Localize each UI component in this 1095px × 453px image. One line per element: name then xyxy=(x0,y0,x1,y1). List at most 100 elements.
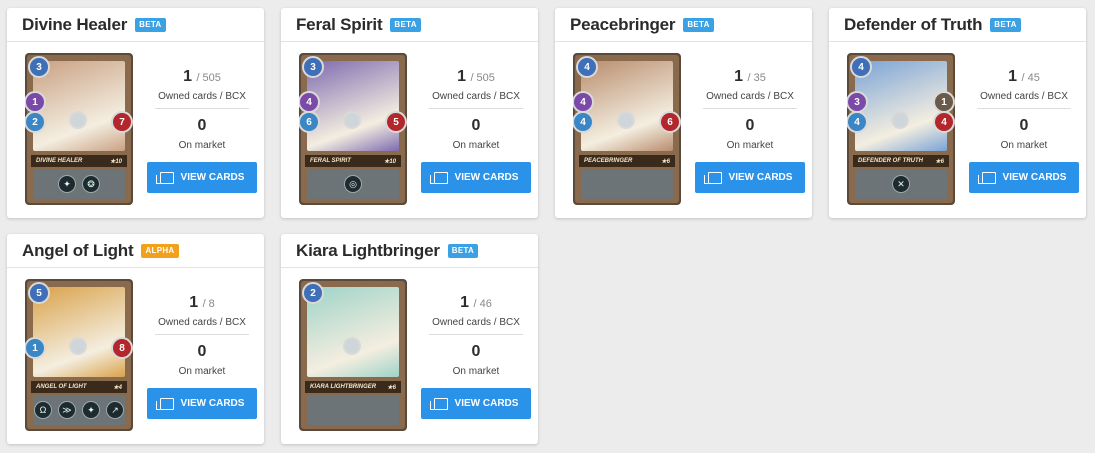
health-gem: 8 xyxy=(111,337,133,359)
edition-badge: ALPHA xyxy=(141,243,179,258)
speed-gem: 4 xyxy=(573,111,594,133)
card-panel: Angel of Light ALPHA 5 1 8 ANGEL OF LIGH… xyxy=(7,234,264,444)
mana-gem: 2 xyxy=(302,282,324,304)
mana-gem: 4 xyxy=(850,56,872,78)
owned-count: 1 / 505 xyxy=(147,68,257,86)
owned-count: 1 / 8 xyxy=(147,294,257,312)
card-image[interactable]: 3 1 2 7 DIVINE HEALER ★10 ✦ ❂ xyxy=(25,53,133,205)
market-count: 0 xyxy=(471,117,481,134)
edition-badge: BETA xyxy=(390,17,421,32)
market-label: On market xyxy=(452,366,500,377)
card-stats: 1 / 45 Owned cards / BCX 0 On market xyxy=(969,68,1079,151)
cards-icon xyxy=(429,171,448,184)
card-nameplate: DIVINE HEALER ★10 xyxy=(31,155,127,167)
market-count: 0 xyxy=(471,343,481,360)
card-title[interactable]: Defender of Truth xyxy=(844,15,982,35)
ability-icon: ✕ xyxy=(892,175,910,193)
view-cards-button[interactable]: VIEW CARDS xyxy=(147,388,257,419)
card-stats: 1 / 8 Owned cards / BCX 0 On market xyxy=(147,294,257,377)
speed-gem: 4 xyxy=(847,111,868,133)
element-gem xyxy=(69,337,87,355)
card-name-text: FERAL SPIRIT xyxy=(310,158,351,164)
market-label: On market xyxy=(178,366,226,377)
edition-badge: BETA xyxy=(135,17,166,32)
card-title[interactable]: Kiara Lightbringer xyxy=(296,241,440,261)
owned-label: Owned cards / BCX xyxy=(158,317,246,328)
cards-icon xyxy=(429,397,448,410)
card-image[interactable]: 2 KIARA LIGHTBRINGER ★6 xyxy=(299,279,407,431)
health-gem: 7 xyxy=(111,111,133,133)
market-label: On market xyxy=(178,140,226,151)
divider xyxy=(977,108,1071,109)
card-level-stars: ★10 xyxy=(383,158,396,165)
abilities-bar xyxy=(307,395,399,425)
view-cards-button[interactable]: VIEW CARDS xyxy=(421,162,531,193)
card-stats: 1 / 35 Owned cards / BCX 0 On market xyxy=(695,68,805,151)
card-stats: 1 / 505 Owned cards / BCX 0 On market xyxy=(421,68,531,151)
market-count: 0 xyxy=(197,343,207,360)
divider xyxy=(429,108,523,109)
owned-label: Owned cards / BCX xyxy=(432,317,520,328)
mana-gem: 4 xyxy=(576,56,598,78)
ability-icon: ≫ xyxy=(58,401,76,419)
owned-value: 1 xyxy=(1008,68,1018,85)
owned-value: 1 xyxy=(183,68,192,85)
card-title[interactable]: Divine Healer xyxy=(22,15,127,35)
market-label: On market xyxy=(452,140,500,151)
card-header: Defender of Truth BETA xyxy=(829,8,1086,42)
element-gem xyxy=(891,111,909,129)
card-title[interactable]: Feral Spirit xyxy=(296,15,383,35)
mana-gem: 3 xyxy=(28,56,50,78)
card-stats: 1 / 46 Owned cards / BCX 0 On market xyxy=(421,294,531,377)
view-cards-label: VIEW CARDS xyxy=(728,172,793,183)
speed-gem: 1 xyxy=(25,337,46,359)
abilities-bar: Ω ≫ ✦ ↗ xyxy=(33,395,125,425)
edition-badge: BETA xyxy=(683,17,714,32)
view-cards-label: VIEW CARDS xyxy=(1002,172,1067,183)
card-name-text: DIVINE HEALER xyxy=(36,158,83,164)
view-cards-label: VIEW CARDS xyxy=(180,398,245,409)
card-image[interactable]: 4 4 4 6 PEACEBRINGER ★6 xyxy=(573,53,681,205)
owned-value: 1 xyxy=(189,294,199,311)
card-image[interactable]: 5 1 8 ANGEL OF LIGHT ★4 Ω ≫ ✦ ↗ xyxy=(25,279,133,431)
owned-value: 1 xyxy=(457,68,466,85)
card-panel: Peacebringer BETA 4 4 4 6 PEACEBRINGER ★… xyxy=(555,8,812,218)
ability-icon: ❂ xyxy=(82,175,100,193)
card-image[interactable]: 4 3 1 4 4 DEFENDER OF TRUTH ★6 ✕ xyxy=(847,53,955,205)
owned-count: 1 / 46 xyxy=(421,294,531,312)
divider xyxy=(429,334,523,335)
owned-label: Owned cards / BCX xyxy=(706,91,794,102)
card-level-stars: ★6 xyxy=(935,158,944,165)
view-cards-button[interactable]: VIEW CARDS xyxy=(969,162,1079,193)
market-count: 0 xyxy=(745,117,755,134)
card-name-text: ANGEL OF LIGHT xyxy=(36,384,87,390)
health-gem: 6 xyxy=(659,111,681,133)
owned-value: 1 xyxy=(734,68,744,85)
card-panel: Feral Spirit BETA 3 4 6 5 FERAL SPIRIT ★… xyxy=(281,8,538,218)
card-nameplate: PEACEBRINGER ★6 xyxy=(579,155,675,167)
view-cards-button[interactable]: VIEW CARDS xyxy=(147,162,257,193)
card-title[interactable]: Angel of Light xyxy=(22,241,134,261)
element-gem xyxy=(617,111,635,129)
ability-icon: ✦ xyxy=(82,401,100,419)
owned-total: / 46 xyxy=(473,298,492,310)
card-panel: Divine Healer BETA 3 1 2 7 DIVINE HEALER… xyxy=(7,8,264,218)
card-title[interactable]: Peacebringer xyxy=(570,15,676,35)
abilities-bar: ✦ ❂ xyxy=(33,169,125,199)
owned-count: 1 / 505 xyxy=(421,68,531,86)
owned-total: / 505 xyxy=(196,72,221,84)
view-cards-button[interactable]: VIEW CARDS xyxy=(421,388,531,419)
card-nameplate: ANGEL OF LIGHT ★4 xyxy=(31,381,127,393)
market-count: 0 xyxy=(1019,117,1029,134)
view-cards-label: VIEW CARDS xyxy=(454,398,519,409)
owned-value: 1 xyxy=(460,294,470,311)
view-cards-button[interactable]: VIEW CARDS xyxy=(695,162,805,193)
card-header: Peacebringer BETA xyxy=(555,8,812,42)
owned-total: / 505 xyxy=(470,72,495,84)
card-header: Kiara Lightbringer BETA xyxy=(281,234,538,268)
card-image[interactable]: 3 4 6 5 FERAL SPIRIT ★10 ◎ xyxy=(299,53,407,205)
card-name-text: KIARA LIGHTBRINGER xyxy=(310,384,377,390)
market-label: On market xyxy=(726,140,774,151)
divider xyxy=(155,334,249,335)
cards-icon xyxy=(703,171,722,184)
